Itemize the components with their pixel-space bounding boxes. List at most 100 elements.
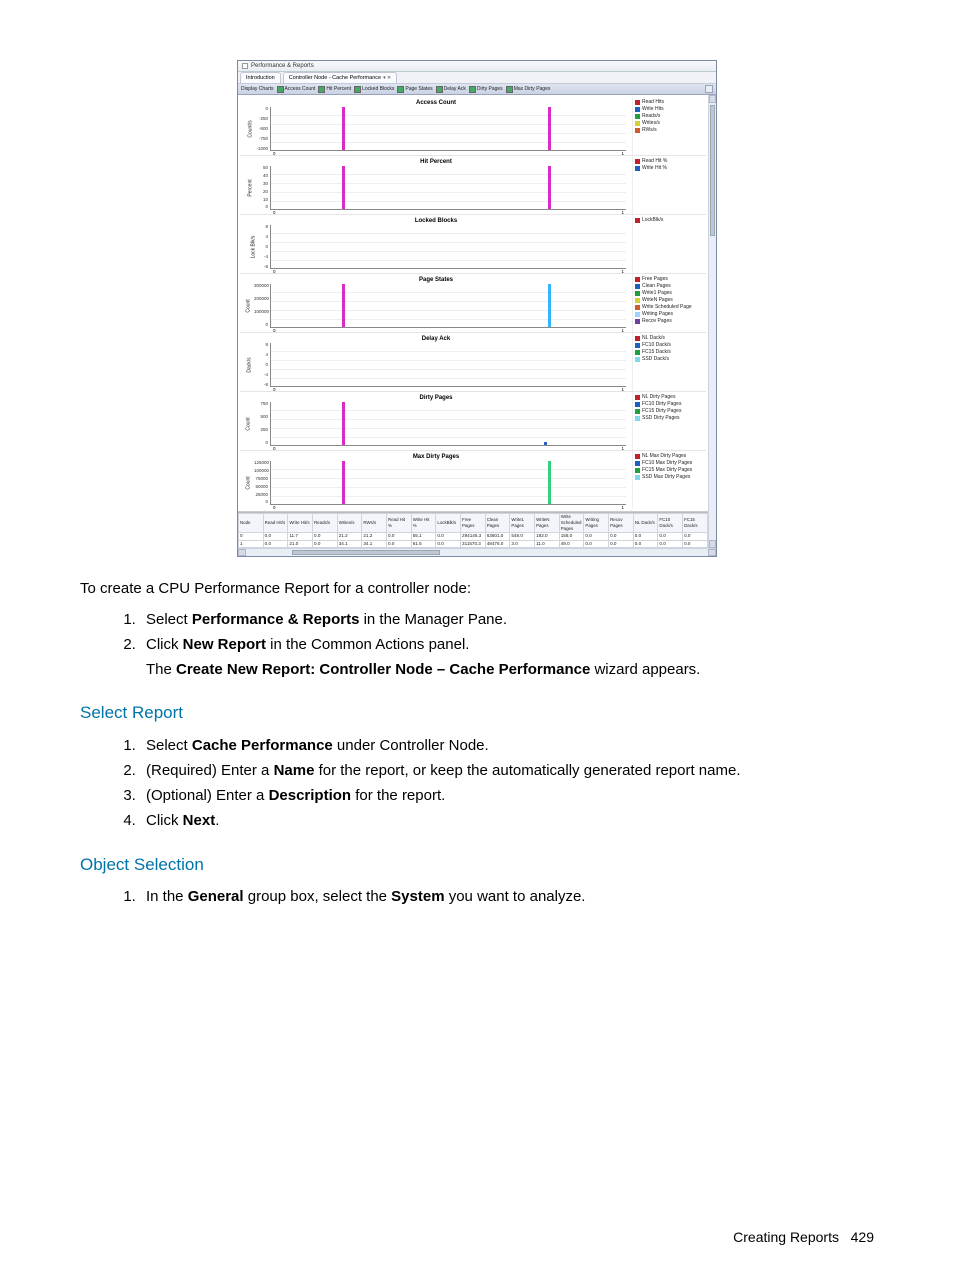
legend-item: FC10 Dack/s xyxy=(635,342,704,348)
tab-cache-performance[interactable]: Controller Node - Cache Performance ▾ ✕ xyxy=(283,72,397,83)
chart-bar xyxy=(548,166,551,209)
chart-bar xyxy=(342,402,345,445)
chart-bar xyxy=(342,284,345,327)
scroll-up-arrow-icon[interactable] xyxy=(709,95,716,103)
legend-item: Free Pages xyxy=(635,276,704,282)
list-item: Select Cache Performance under Controlle… xyxy=(140,733,874,758)
chart-bar xyxy=(342,461,345,504)
table-cell: 0.0 xyxy=(658,540,683,547)
legend: NL Dack/sFC10 Dack/sFC15 Dack/sSSD Dack/… xyxy=(632,333,706,391)
chart-row-access_count: Access CountCount/s0-250-500-750-100001R… xyxy=(240,97,706,156)
table-header-cell: Reads/s xyxy=(313,514,338,533)
y-ticks: 840-4-8 xyxy=(254,225,268,269)
y-axis-label: Count/s xyxy=(248,120,254,137)
table-header-cell: Recov Pages xyxy=(609,514,634,533)
chk-page-states[interactable]: Page States xyxy=(397,86,432,93)
toolbar-options-button[interactable] xyxy=(705,85,713,93)
scrollbar-thumb-h[interactable] xyxy=(292,550,440,555)
plot-area: 01 xyxy=(270,343,626,387)
legend-swatch-icon xyxy=(635,409,640,414)
legend-item: NL Dirty Pages xyxy=(635,394,704,400)
legend-item: Write Hit % xyxy=(635,165,704,171)
legend-label: Write Scheduled Page xyxy=(642,304,692,310)
table-cell: 61.5 xyxy=(411,540,436,547)
table-cell: 0.0 xyxy=(387,533,412,540)
chk-hit-percent[interactable]: Hit Percent xyxy=(318,86,351,93)
table-cell: 0 xyxy=(239,533,264,540)
table-cell: 0.0 xyxy=(313,533,338,540)
y-ticks: 0-250-500-750-1000 xyxy=(254,107,268,151)
x-ticks: 01 xyxy=(271,505,626,510)
legend-swatch-icon xyxy=(635,343,640,348)
chk-max-dirty-pages[interactable]: Max Dirty Pages xyxy=(506,86,551,93)
legend-label: FC15 Dack/s xyxy=(642,349,671,355)
table-header-cell: WriteN Pages xyxy=(535,514,560,533)
legend-label: FC15 Max Dirty Pages xyxy=(642,467,692,473)
legend-swatch-icon xyxy=(635,357,640,362)
tab-introduction[interactable]: Introduction xyxy=(240,72,281,83)
legend-swatch-icon xyxy=(635,395,640,400)
table-cell: 0.0 xyxy=(436,533,461,540)
footer-label: Creating Reports xyxy=(733,1229,839,1245)
legend: Free PagesClean PagesWrite1 PagesWriteN … xyxy=(632,274,706,332)
chart-title: Hit Percent xyxy=(240,158,632,166)
chart-bar xyxy=(544,442,547,445)
table-cell: 48476.0 xyxy=(485,540,510,547)
legend-label: Read Hit % xyxy=(642,158,667,164)
legend-label: RWs/s xyxy=(642,127,657,133)
table-cell: 21.2 xyxy=(337,533,362,540)
table-header-cell: Write Scheduled Pages xyxy=(559,514,584,533)
chart-toolbar: Display Charts Access Count Hit Percent … xyxy=(238,84,716,95)
y-axis-label: Count xyxy=(246,417,252,430)
scroll-down-arrow-icon[interactable] xyxy=(709,540,716,548)
table-cell: 21.0 xyxy=(288,540,313,547)
legend-swatch-icon xyxy=(635,128,640,133)
heading-object-selection: Object Selection xyxy=(80,852,874,878)
y-ticks: 3000002000001000000 xyxy=(254,284,268,328)
scroll-left-arrow-icon[interactable] xyxy=(238,549,246,556)
list-item: Click New Report in the Common Actions p… xyxy=(140,632,874,683)
steps-list-select-report: Select Cache Performance under Controlle… xyxy=(140,733,874,834)
chk-locked-blocks[interactable]: Locked Blocks xyxy=(354,86,394,93)
legend-swatch-icon xyxy=(635,454,640,459)
legend-item: WriteN Pages xyxy=(635,297,704,303)
table-cell: 1 xyxy=(239,540,264,547)
table-row: 10.021.00.034.134.10.061.50.0311570.3484… xyxy=(239,540,708,547)
legend-item: Recov Pages xyxy=(635,318,704,324)
legend-label: Write1 Pages xyxy=(642,290,672,296)
table-cell: 548.0 xyxy=(510,533,535,540)
table-cell: 11.0 xyxy=(535,540,560,547)
table-cell: 0.0 xyxy=(387,540,412,547)
legend-swatch-icon xyxy=(635,107,640,112)
table-header-cell: LockBlk/s xyxy=(436,514,461,533)
legend-item: FC15 Dirty Pages xyxy=(635,408,704,414)
table-cell: 0.0 xyxy=(609,540,634,547)
y-ticks: 840-4-8 xyxy=(254,343,268,387)
table-cell: 294146.3 xyxy=(461,533,486,540)
legend-label: Recov Pages xyxy=(642,318,672,324)
chart-bar xyxy=(548,284,551,327)
legend-swatch-icon xyxy=(635,166,640,171)
chk-delay-ack[interactable]: Delay Ack xyxy=(436,86,466,93)
horizontal-scrollbar[interactable] xyxy=(238,548,716,556)
vertical-scrollbar[interactable] xyxy=(708,95,716,548)
chk-dirty-pages[interactable]: Dirty Pages xyxy=(469,86,503,93)
close-icon[interactable]: ▾ ✕ xyxy=(383,75,391,81)
table-cell: 158.0 xyxy=(559,533,584,540)
legend-label: Free Pages xyxy=(642,276,668,282)
scrollbar-thumb[interactable] xyxy=(710,105,715,236)
scroll-right-arrow-icon[interactable] xyxy=(708,549,716,556)
plot-area: 01 xyxy=(270,284,626,328)
table-cell: 311570.3 xyxy=(461,540,486,547)
table-header-row: NodeRead Hit/sWrite Hit/sReads/sWrites/s… xyxy=(239,514,708,533)
legend-label: WriteN Pages xyxy=(642,297,673,303)
legend-item: Reads/s xyxy=(635,113,704,119)
performance-reports-window: Performance & Reports Introduction Contr… xyxy=(237,60,717,557)
chart-bar xyxy=(548,461,551,504)
legend-label: FC10 Dack/s xyxy=(642,342,671,348)
chk-access-count[interactable]: Access Count xyxy=(277,86,316,93)
table-cell: 0.0 xyxy=(658,533,683,540)
legend-swatch-icon xyxy=(635,402,640,407)
page-footer: Creating Reports 429 xyxy=(733,1229,874,1245)
table-cell: 193.0 xyxy=(535,533,560,540)
